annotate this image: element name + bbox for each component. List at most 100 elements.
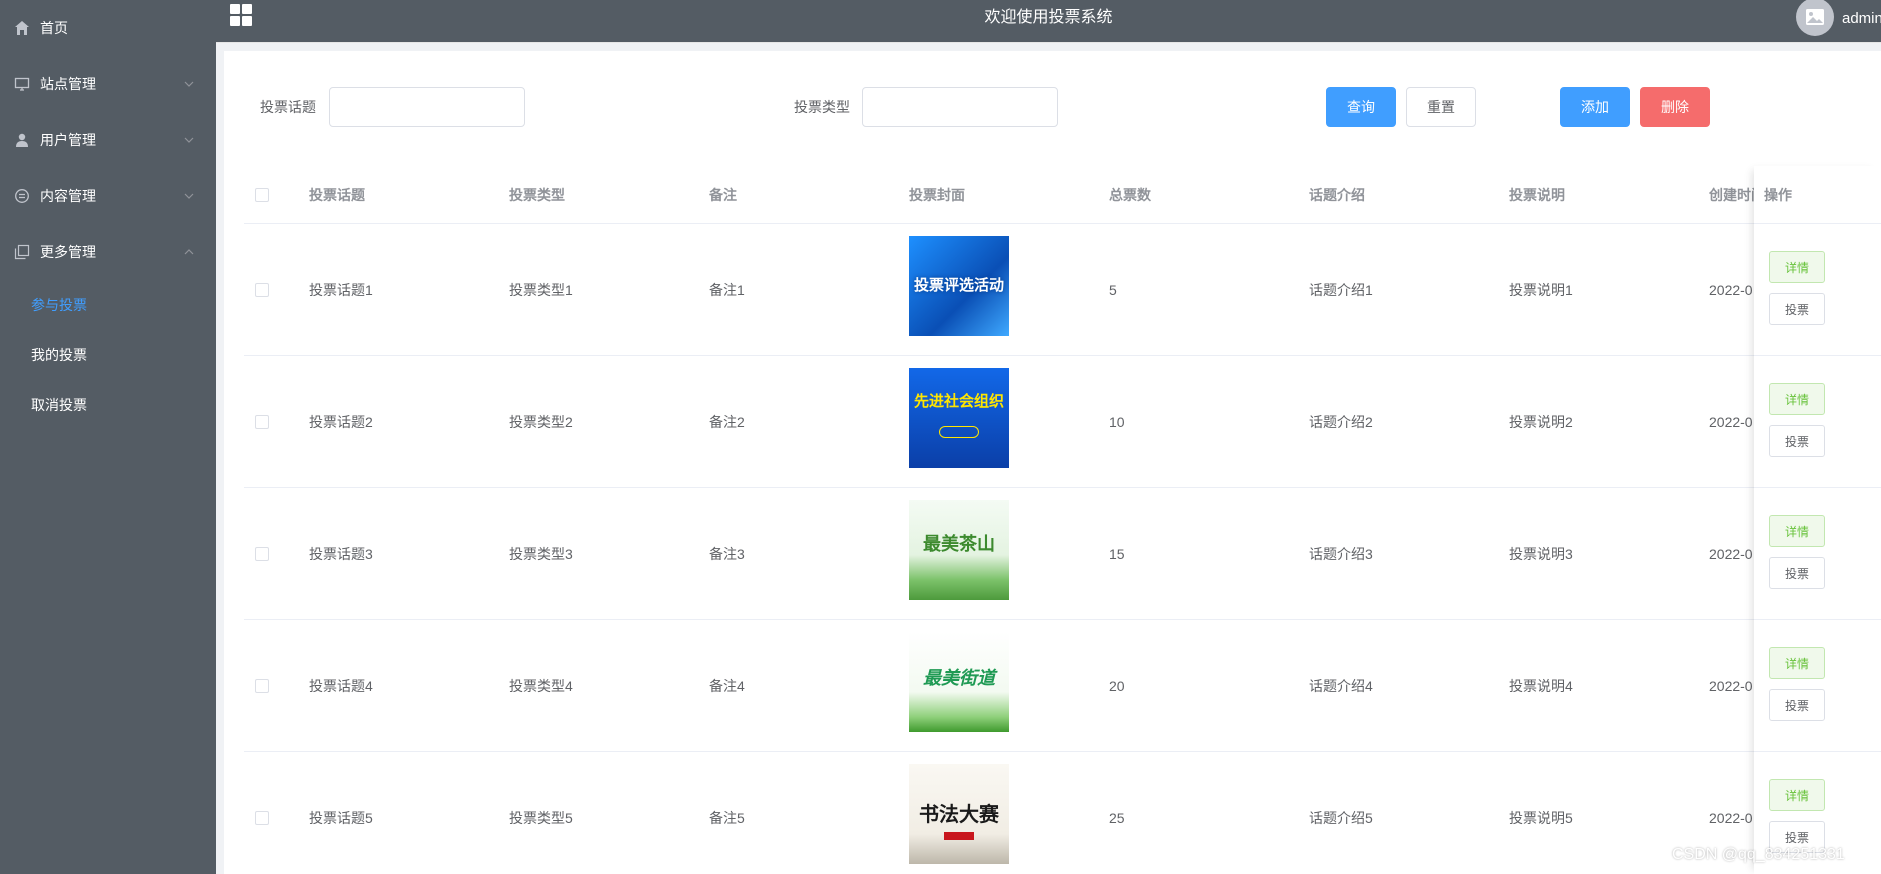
cell-topic: 投票话题1: [309, 282, 373, 298]
cell-note: 备注5: [709, 810, 745, 826]
cell-desc: 投票说明3: [1509, 546, 1573, 562]
vote-button[interactable]: 投票: [1769, 425, 1825, 457]
sidebar-item-label: 首页: [40, 20, 68, 36]
cell-desc: 投票说明5: [1509, 810, 1573, 826]
select-all-checkbox[interactable]: [255, 188, 269, 202]
cover-image[interactable]: 投票评选活动: [909, 236, 1009, 336]
table-row: 投票话题3 投票类型3 备注3 最美茶山 15 话题介绍3 投票说明3 2022…: [244, 488, 1881, 620]
cover-image[interactable]: 先进社会组织: [909, 368, 1009, 468]
cell-desc: 投票说明1: [1509, 282, 1573, 298]
cell-type: 投票类型5: [509, 810, 573, 826]
cover-text: 投票评选活动: [913, 277, 1004, 294]
type-search-input[interactable]: [862, 87, 1058, 127]
cover-image[interactable]: 最美茶山: [909, 500, 1009, 600]
table-header: 投票话题 投票类型 备注 投票封面 总票数 话题介绍 投票说明 创建时间: [244, 166, 1881, 224]
chevron-down-icon: [184, 112, 194, 168]
table-row: 投票话题1 投票类型1 备注1 投票评选活动 5 话题介绍1 投票说明1 202…: [244, 224, 1881, 356]
chevron-down-icon: [184, 56, 194, 112]
sidebar-item-label: 站点管理: [40, 76, 96, 92]
delete-button[interactable]: 删除: [1640, 87, 1710, 127]
sidebar-subitem-cancel-vote[interactable]: 取消投票: [0, 380, 216, 430]
col-header-actions: 操作: [1754, 166, 1881, 224]
image-icon: [1806, 9, 1824, 25]
cell-topic: 投票话题3: [309, 546, 373, 562]
cell-note: 备注2: [709, 414, 745, 430]
chevron-down-icon: [184, 168, 194, 224]
sidebar-item-content[interactable]: 内容管理: [0, 168, 216, 224]
cover-text: 书法大赛: [919, 804, 999, 826]
cell-votes: 25: [1109, 810, 1125, 826]
actions-row: 详情 投票: [1754, 488, 1881, 620]
sidebar-subitem-participate[interactable]: 参与投票: [0, 280, 216, 330]
cell-topic: 投票话题2: [309, 414, 373, 430]
operations-column: 操作 详情 投票 详情 投票 详情 投票 详情 投票 详情 投票: [1754, 166, 1881, 874]
cover-text: 最美街道: [923, 668, 995, 688]
row-checkbox[interactable]: [255, 811, 269, 825]
sidebar-item-label: 内容管理: [40, 188, 96, 204]
col-header-intro: 话题介绍: [1309, 187, 1365, 203]
cell-votes: 20: [1109, 678, 1125, 694]
row-checkbox[interactable]: [255, 679, 269, 693]
cell-votes: 10: [1109, 414, 1125, 430]
top-header: 欢迎使用投票系统 admin: [216, 0, 1881, 43]
col-header-note: 备注: [709, 187, 737, 203]
cell-created: 2022-0: [1709, 546, 1753, 562]
detail-button[interactable]: 详情: [1769, 251, 1825, 283]
cell-type: 投票类型2: [509, 414, 573, 430]
username[interactable]: admin: [1842, 0, 1881, 38]
cell-type: 投票类型4: [509, 678, 573, 694]
vote-button[interactable]: 投票: [1769, 293, 1825, 325]
sidebar-item-site[interactable]: 站点管理: [0, 56, 216, 112]
cell-created: 2022-0: [1709, 414, 1753, 430]
cell-topic: 投票话题4: [309, 678, 373, 694]
sidebar-item-home[interactable]: 首页: [0, 0, 216, 56]
detail-button[interactable]: 详情: [1769, 515, 1825, 547]
cell-type: 投票类型3: [509, 546, 573, 562]
detail-button[interactable]: 详情: [1769, 647, 1825, 679]
detail-button[interactable]: 详情: [1769, 383, 1825, 415]
monitor-icon: [14, 76, 30, 92]
sidebar: 首页 站点管理 用户管理 内容管理 更多管理 参与投票 我的投票 取消投票: [0, 0, 216, 874]
col-header-topic: 投票话题: [309, 187, 365, 203]
sidebar-item-label: 用户管理: [40, 132, 96, 148]
cell-desc: 投票说明4: [1509, 678, 1573, 694]
cell-topic: 投票话题5: [309, 810, 373, 826]
sidebar-subitem-my-votes[interactable]: 我的投票: [0, 330, 216, 380]
row-checkbox[interactable]: [255, 283, 269, 297]
row-checkbox[interactable]: [255, 415, 269, 429]
page-title: 欢迎使用投票系统: [984, 9, 1113, 26]
vote-button[interactable]: 投票: [1769, 557, 1825, 589]
cell-note: 备注1: [709, 282, 745, 298]
actions-row: 详情 投票: [1754, 356, 1881, 488]
col-header-desc: 投票说明: [1509, 187, 1565, 203]
col-header-type: 投票类型: [509, 187, 565, 203]
topic-search-input[interactable]: [329, 87, 525, 127]
vote-button[interactable]: 投票: [1769, 689, 1825, 721]
sidebar-item-more[interactable]: 更多管理: [0, 224, 216, 280]
home-icon: [14, 20, 30, 36]
cell-created: 2022-0: [1709, 678, 1753, 694]
watermark: CSDN @qq_834251331: [1672, 846, 1845, 863]
cell-votes: 5: [1109, 282, 1117, 298]
query-button[interactable]: 查询: [1326, 87, 1396, 127]
cover-image[interactable]: 书法大赛: [909, 764, 1009, 864]
cell-intro: 话题介绍2: [1309, 414, 1373, 430]
main-content: 投票话题 投票类型 查询 重置 添加 删除 投票话题 投票类型 备注 投票封面 …: [224, 51, 1881, 874]
add-button[interactable]: 添加: [1560, 87, 1630, 127]
chevron-up-icon: [184, 224, 194, 280]
detail-button[interactable]: 详情: [1769, 779, 1825, 811]
sidebar-item-users[interactable]: 用户管理: [0, 112, 216, 168]
user-icon: [14, 132, 30, 148]
cover-text: 先进社会组织: [913, 393, 1004, 410]
sidebar-item-label: 更多管理: [40, 244, 96, 260]
row-checkbox[interactable]: [255, 547, 269, 561]
type-search-label: 投票类型: [794, 99, 850, 115]
table-row: 投票话题2 投票类型2 备注2 先进社会组织 10 话题介绍2 投票说明2 20…: [244, 356, 1881, 488]
vote-table: 投票话题 投票类型 备注 投票封面 总票数 话题介绍 投票说明 创建时间 投票话…: [244, 166, 1881, 874]
reset-button[interactable]: 重置: [1406, 87, 1476, 127]
table-row: 投票话题5 投票类型5 备注5 书法大赛 25 话题介绍5 投票说明5 2022…: [244, 752, 1881, 874]
cell-intro: 话题介绍4: [1309, 678, 1373, 694]
cell-note: 备注3: [709, 546, 745, 562]
cover-image[interactable]: 最美街道: [909, 632, 1009, 732]
table-row: 投票话题4 投票类型4 备注4 最美街道 20 话题介绍4 投票说明4 2022…: [244, 620, 1881, 752]
